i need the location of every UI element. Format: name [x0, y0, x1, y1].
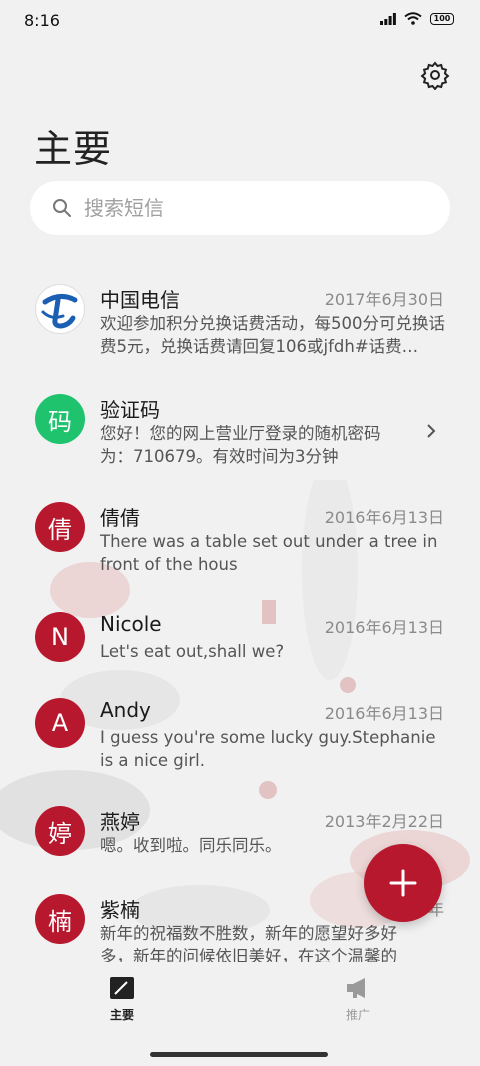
- china-telecom-logo-icon: [38, 287, 82, 331]
- message-preview: 新年的祝福数不胜数，新年的愿望好多好多，新年的问候依旧美好，在这个温馨的: [100, 924, 397, 962]
- search-input[interactable]: [84, 196, 424, 220]
- list-item[interactable]: N Nicole 2016年6月13日 Let's eat out,shall …: [0, 612, 480, 692]
- search-icon: [53, 199, 71, 217]
- tab-promo[interactable]: 推广: [318, 976, 398, 1023]
- tab-main[interactable]: 主要: [82, 976, 162, 1023]
- wifi-icon: [404, 12, 422, 25]
- avatar: 倩: [35, 502, 85, 552]
- sender-name: 倩倩: [100, 506, 140, 530]
- plus-icon: [389, 869, 417, 897]
- avatar: N: [35, 612, 85, 662]
- status-bar: 8:16 100: [0, 0, 480, 42]
- gear-icon[interactable]: [420, 60, 450, 90]
- tab-main-label: 主要: [109, 1008, 134, 1022]
- message-date: 2016年6月13日: [324, 704, 444, 723]
- avatar: 楠: [35, 894, 85, 944]
- message-date: 2016年6月13日: [324, 508, 444, 527]
- tab-promo-label: 推广: [345, 1008, 370, 1022]
- battery-level: 100: [433, 13, 451, 23]
- message-preview: 欢迎参加积分兑换话费活动，每500分可兑换话费5元，兑换话费请回复106或jfd…: [100, 314, 445, 356]
- message-preview: 您好！您的网上营业厅登录的随机密码为：710679。有效时间为3分钟: [100, 424, 381, 466]
- list-item[interactable]: 倩 倩倩 2016年6月13日 There was a table set ou…: [0, 502, 480, 602]
- compose-button[interactable]: [364, 844, 442, 922]
- avatar: 婷: [35, 806, 85, 856]
- sender-name: Nicole: [100, 612, 162, 636]
- list-item[interactable]: A Andy 2016年6月13日 I guess you're some lu…: [0, 698, 480, 798]
- message-date: 2013年2月22日: [324, 812, 444, 831]
- list-item[interactable]: 中国电信 2017年6月30日 欢迎参加积分兑换话费活动，每500分可兑换话费5…: [0, 284, 480, 384]
- compose-note-icon: [110, 977, 134, 999]
- status-time: 8:16: [24, 11, 60, 30]
- avatar: 码: [35, 394, 85, 444]
- sender-name: 燕婷: [100, 810, 140, 834]
- message-date: 2016年6月13日: [324, 618, 444, 637]
- message-preview: I guess you're some lucky guy.Stephanie …: [100, 728, 436, 770]
- home-indicator[interactable]: [150, 1052, 328, 1057]
- status-icons: 100: [380, 12, 454, 25]
- avatar: A: [35, 698, 85, 748]
- message-preview: There was a table set out under a tree i…: [100, 532, 438, 574]
- sender-name: 验证码: [100, 398, 160, 422]
- sender-name: Andy: [100, 698, 151, 722]
- chevron-right-icon: [427, 424, 436, 438]
- sender-name: 紫楠: [100, 898, 140, 922]
- message-preview: Let's eat out,shall we?: [100, 642, 285, 661]
- page-title: 主要: [34, 127, 113, 171]
- list-item[interactable]: 码 验证码 您好！您的网上营业厅登录的随机密码为：710679。有效时间为3分钟: [0, 392, 480, 492]
- signal-icon: [380, 12, 396, 25]
- avatar: [35, 284, 85, 334]
- sender-name: 中国电信: [100, 288, 180, 312]
- bottom-nav: 主要 推广: [0, 968, 480, 1038]
- search-bar[interactable]: [30, 181, 450, 235]
- message-date: 2017年6月30日: [324, 290, 444, 309]
- megaphone-icon: [347, 978, 365, 998]
- battery-icon: 100: [430, 12, 454, 25]
